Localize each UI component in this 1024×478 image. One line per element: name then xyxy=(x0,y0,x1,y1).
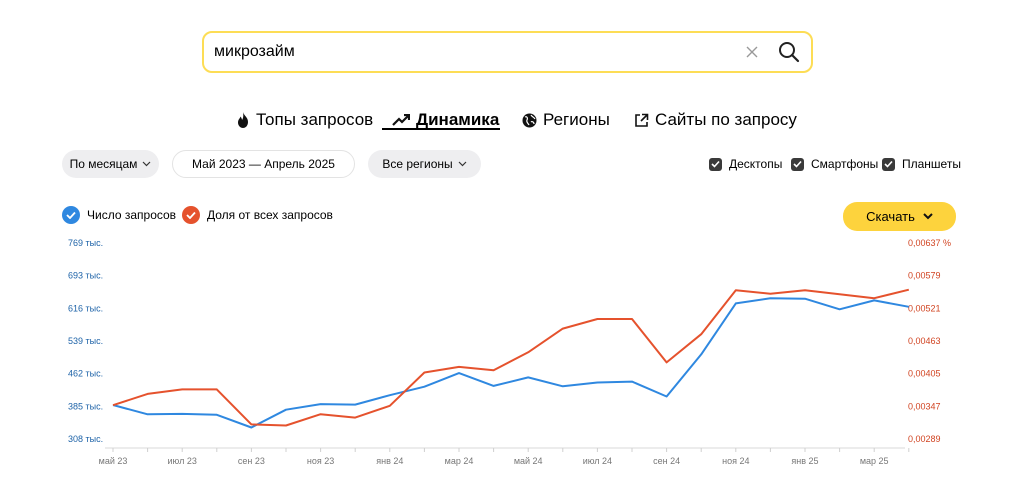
period-type-select[interactable]: По месяцам xyxy=(62,150,159,178)
y-right-tick-label: 0,00289 xyxy=(908,434,941,444)
series-line-count xyxy=(112,297,909,429)
checkbox-smartphones[interactable]: Смартфоны xyxy=(791,157,878,171)
x-tick-label: янв 24 xyxy=(376,456,403,466)
tab-label: Регионы xyxy=(543,110,610,129)
y-right-tick-label: 0,00405 xyxy=(908,369,941,379)
tab-sites[interactable]: Сайты по запросу xyxy=(634,110,797,130)
y-left-tick-label: 385 тыс. xyxy=(68,401,103,411)
checkbox-label: Десктопы xyxy=(729,157,783,171)
y-left-tick-label: 308 тыс. xyxy=(68,434,103,444)
y-left-tick-label: 693 тыс. xyxy=(68,271,103,281)
y-right-tick-label: 0,00521 xyxy=(908,303,941,313)
checkbox-checked-icon xyxy=(791,157,804,171)
y-left-tick-label: 462 тыс. xyxy=(68,369,103,379)
chevron-down-icon xyxy=(458,161,467,167)
checkbox-desktops[interactable]: Десктопы xyxy=(709,157,782,171)
tab-top-queries[interactable]: Топы запросов xyxy=(236,110,373,130)
y-left-tick-label: 539 тыс. xyxy=(68,336,103,346)
tab-label: Сайты по запросу xyxy=(655,110,797,129)
tab-label: Динамика xyxy=(416,110,500,129)
dynamics-chart: 769 тыс. 693 тыс. 616 тыс. 539 тыс. 462 тыс.… xyxy=(68,238,951,466)
x-tick-label: ноя 23 xyxy=(307,456,334,466)
x-tick-label: июл 24 xyxy=(583,456,612,466)
tab-label: Топы запросов xyxy=(256,110,374,129)
download-button[interactable]: Скачать xyxy=(843,202,956,231)
chevron-down-icon xyxy=(142,161,151,167)
checkbox-checked-icon xyxy=(709,157,722,171)
y-right-tick-label: 0,00579 xyxy=(908,271,941,281)
y-right-tick-label: 0,00347 xyxy=(908,401,941,411)
search-input[interactable] xyxy=(204,43,741,61)
legend-share-toggle[interactable]: Доля от всех запросов xyxy=(182,206,333,224)
x-tick-label: май 24 xyxy=(514,456,543,466)
checkbox-tablets[interactable]: Планшеты xyxy=(882,157,961,171)
series-line-share xyxy=(112,288,910,427)
clear-icon[interactable] xyxy=(741,41,763,63)
tabs: Топы запросов Динамика Регионы Сайты по … xyxy=(0,110,1024,134)
x-tick-label: мар 25 xyxy=(860,456,889,466)
globe-icon xyxy=(522,113,537,127)
tab-regions[interactable]: Регионы xyxy=(522,110,610,130)
check-circle-icon xyxy=(62,206,80,224)
checkbox-label: Планшеты xyxy=(902,157,961,171)
date-range-label: Май 2023 — Апрель 2025 xyxy=(192,157,335,171)
legend-share-label: Доля от всех запросов xyxy=(207,208,333,222)
external-link-icon xyxy=(635,113,649,127)
x-tick-label: мар 24 xyxy=(445,456,474,466)
search-icon[interactable] xyxy=(777,40,801,64)
y-right-tick-label: 0,00637 % xyxy=(908,238,951,248)
x-tick-label: май 23 xyxy=(99,456,128,466)
date-range-picker[interactable]: Май 2023 — Апрель 2025 xyxy=(172,150,355,178)
active-tab-underline xyxy=(382,128,500,130)
x-tick-label: июл 23 xyxy=(168,456,197,466)
x-tick-label: сен 24 xyxy=(653,456,680,466)
checkbox-label: Смартфоны xyxy=(811,157,879,171)
trend-icon xyxy=(392,114,410,126)
flame-icon xyxy=(238,112,248,128)
regions-select[interactable]: Все регионы xyxy=(368,150,481,178)
search-box[interactable] xyxy=(202,31,813,73)
legend-count-label: Число запросов xyxy=(87,208,177,222)
check-circle-icon xyxy=(182,206,200,224)
y-left-tick-label: 616 тыс. xyxy=(68,303,103,313)
legend-count-toggle[interactable]: Число запросов xyxy=(62,206,176,224)
y-left-tick-label: 769 тыс. xyxy=(68,238,103,248)
regions-label: Все регионы xyxy=(382,157,453,171)
x-tick-label: сен 23 xyxy=(238,456,265,466)
tab-dynamics[interactable]: Динамика xyxy=(392,110,499,130)
y-right-tick-label: 0,00463 xyxy=(908,336,941,346)
period-type-label: По месяцам xyxy=(69,157,138,171)
chevron-down-icon xyxy=(923,213,933,220)
download-label: Скачать xyxy=(866,209,915,224)
x-tick-label: янв 25 xyxy=(791,456,818,466)
checkbox-checked-icon xyxy=(882,157,895,171)
x-tick-label: ноя 24 xyxy=(722,456,749,466)
